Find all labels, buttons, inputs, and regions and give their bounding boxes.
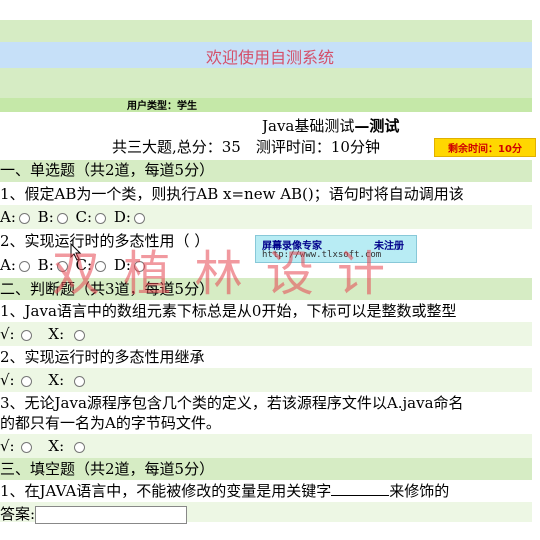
true-label: √: <box>0 437 15 455</box>
question-text: 2、实现运行时的多态性用继承 <box>0 348 205 366</box>
option-label: A: <box>0 256 16 274</box>
true-false-group: √: X: <box>0 325 532 343</box>
true-false-group: √: X: <box>0 371 532 389</box>
true-radio[interactable] <box>20 329 32 341</box>
watermark-text: 双 植 林 设 计 <box>52 246 390 302</box>
false-radio[interactable] <box>74 441 86 453</box>
option-label: C: <box>75 208 93 226</box>
exam-title-bold: —测试 <box>354 117 400 135</box>
header-band-top <box>0 20 532 42</box>
false-radio[interactable] <box>74 375 86 387</box>
option-group: A: B: C: D: <box>0 208 532 226</box>
option-b-radio[interactable] <box>56 212 68 224</box>
exam-title: Java基础测试—测试 <box>262 117 532 135</box>
option-label: D: <box>113 208 131 226</box>
remaining-time-badge: 剩余时间：10分 <box>434 138 536 157</box>
question-text: 1、假定AB为一个类，则执行AB x=new AB()；语句时将自动调用该 <box>0 185 464 203</box>
exam-summary: 共三大题,总分：35 测评时间：10分钟 <box>112 138 380 156</box>
exam-title-normal: Java基础测试 <box>262 117 355 135</box>
true-radio[interactable] <box>20 375 32 387</box>
option-label: A: <box>0 208 16 226</box>
option-d-radio[interactable] <box>133 212 145 224</box>
blank-line <box>331 495 390 496</box>
false-radio[interactable] <box>74 329 86 341</box>
false-label: X: <box>48 371 65 389</box>
false-label: X: <box>48 325 65 343</box>
option-c-radio[interactable] <box>95 212 107 224</box>
section-heading: 三、填空题（共2道，每道5分） <box>0 460 215 478</box>
question-text: 1、Java语言中的数组元素下标总是从0开始，下标可以是整数或整型 <box>0 302 457 320</box>
option-a-radio[interactable] <box>18 260 30 272</box>
true-false-group: √: X: <box>0 437 532 455</box>
question-text: 来修饰的 <box>389 482 450 500</box>
header-band-bottom <box>0 98 532 112</box>
option-a-radio[interactable] <box>18 212 30 224</box>
option-label: B: <box>37 208 54 226</box>
question-text: 1、在JAVA语言中，不能被修改的变量是用关键字 <box>0 482 332 500</box>
answer-label: 答案: <box>0 505 36 523</box>
fill-blank-question: 1、在JAVA语言中，不能被修改的变量是用关键字 来修饰的 <box>0 482 532 500</box>
question-text: 3、无论Java源程序包含几个类的定义，若该源程序文件以A.java命名 <box>0 394 464 412</box>
true-radio[interactable] <box>20 441 32 453</box>
section-heading: 一、单选题（共2道，每道5分） <box>0 161 215 179</box>
false-label: X: <box>48 437 65 455</box>
answer-input[interactable] <box>35 506 188 524</box>
true-label: √: <box>0 325 15 343</box>
answer-row: 答案: <box>0 505 532 524</box>
banner-title: 欢迎使用自测系统 <box>205 48 334 67</box>
true-label: √: <box>0 371 15 389</box>
header-band-mid <box>0 68 532 98</box>
user-type-label: 用户类型：学生 <box>127 101 197 112</box>
question-text-continued: 的都只有一名为A的字节码文件。 <box>0 414 221 432</box>
